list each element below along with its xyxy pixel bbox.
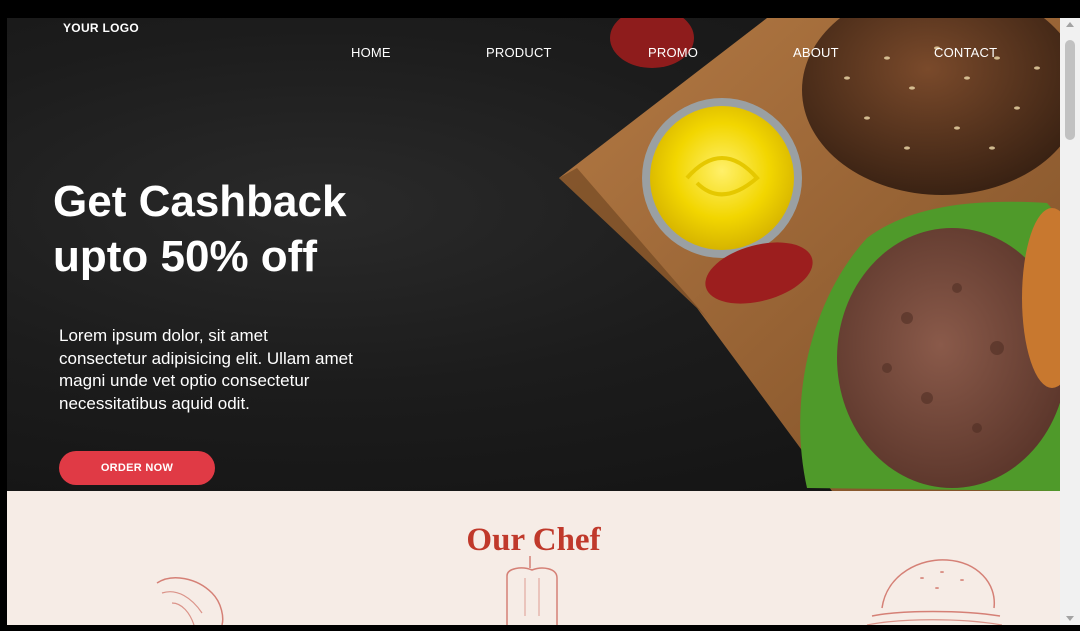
pepper-sketch-icon bbox=[506, 556, 558, 625]
vertical-scrollbar[interactable] bbox=[1060, 18, 1080, 625]
main-nav: HOME PRODUCT PROMO ABOUT CONTACT bbox=[7, 45, 1060, 65]
hero-headline: Get Cashback upto 50% off bbox=[53, 174, 413, 284]
croissant-sketch-icon bbox=[156, 577, 224, 625]
scroll-up-arrow-icon[interactable] bbox=[1066, 22, 1074, 27]
hero-section: YOUR LOGO HOME PRODUCT PROMO ABOUT CONTA… bbox=[7, 18, 1060, 491]
headline-line-1: Get Cashback bbox=[53, 177, 347, 226]
scroll-down-arrow-icon[interactable] bbox=[1066, 616, 1074, 621]
nav-home[interactable]: HOME bbox=[351, 45, 391, 60]
hero-description: Lorem ipsum dolor, sit amet consectetur … bbox=[59, 326, 353, 413]
order-now-button[interactable]: ORDER NOW bbox=[59, 451, 215, 485]
our-chef-title: Our Chef bbox=[466, 522, 601, 558]
nav-about[interactable]: ABOUT bbox=[793, 45, 839, 60]
window-top-bar bbox=[0, 0, 1080, 18]
headline-line-2: upto 50% off bbox=[53, 232, 317, 281]
nav-contact[interactable]: CONTACT bbox=[934, 45, 997, 60]
logo[interactable]: YOUR LOGO bbox=[63, 21, 139, 35]
nav-product[interactable]: PRODUCT bbox=[486, 45, 552, 60]
nav-promo[interactable]: PROMO bbox=[648, 45, 698, 60]
page: YOUR LOGO HOME PRODUCT PROMO ABOUT CONTA… bbox=[7, 18, 1060, 625]
scroll-thumb[interactable] bbox=[1065, 40, 1075, 140]
burger-sketch-icon bbox=[866, 559, 1002, 625]
window-bottom-bar bbox=[0, 625, 1080, 631]
